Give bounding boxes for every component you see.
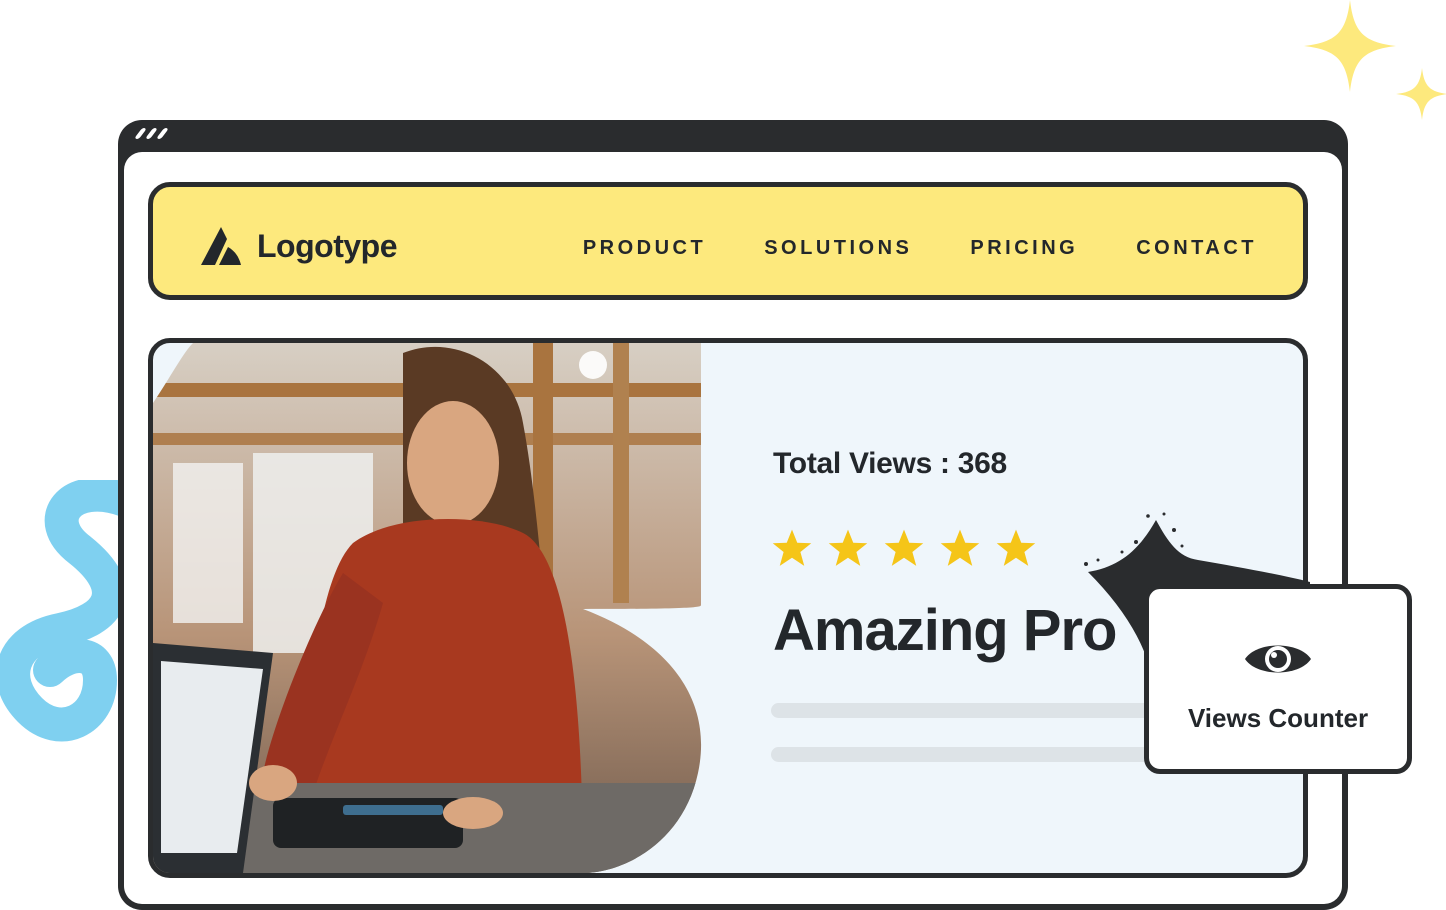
star-icon <box>940 529 980 566</box>
views-counter-card[interactable]: Views Counter <box>1144 584 1412 774</box>
nav-item-solutions[interactable]: SOLUTIONS <box>764 237 912 260</box>
nav-item-product[interactable]: PRODUCT <box>583 237 706 260</box>
window-dot[interactable] <box>156 127 169 140</box>
star-rating <box>771 527 1037 569</box>
logo-text: Logotype <box>257 227 397 264</box>
hero-photo <box>153 343 702 873</box>
squiggle-decoration <box>0 480 135 742</box>
star-icon <box>996 529 1036 566</box>
nav-item-pricing[interactable]: PRICING <box>970 237 1078 260</box>
sparkle-icon <box>1304 0 1396 92</box>
top-navigation: Logotype PRODUCT SOLUTIONS PRICING CONTA… <box>148 182 1308 300</box>
star-icon <box>828 529 868 566</box>
nav-item-contact[interactable]: CONTACT <box>1136 237 1257 260</box>
text-placeholder-line <box>771 703 1171 718</box>
eye-icon <box>1245 645 1311 673</box>
views-counter-label: Views Counter <box>1187 703 1369 733</box>
total-views-text: Total Views : 368 <box>773 447 1007 480</box>
star-icon <box>772 529 812 566</box>
star-icon <box>884 529 924 566</box>
sparkle-icon <box>1396 68 1446 120</box>
logo[interactable]: Logotype <box>201 225 397 267</box>
product-title: Amazing Pro <box>773 598 1117 663</box>
logo-mark-icon <box>201 227 241 265</box>
nav-links: PRODUCT SOLUTIONS PRICING CONTACT <box>583 237 1257 260</box>
text-placeholder-line <box>771 747 1171 762</box>
window-controls[interactable] <box>134 127 169 140</box>
